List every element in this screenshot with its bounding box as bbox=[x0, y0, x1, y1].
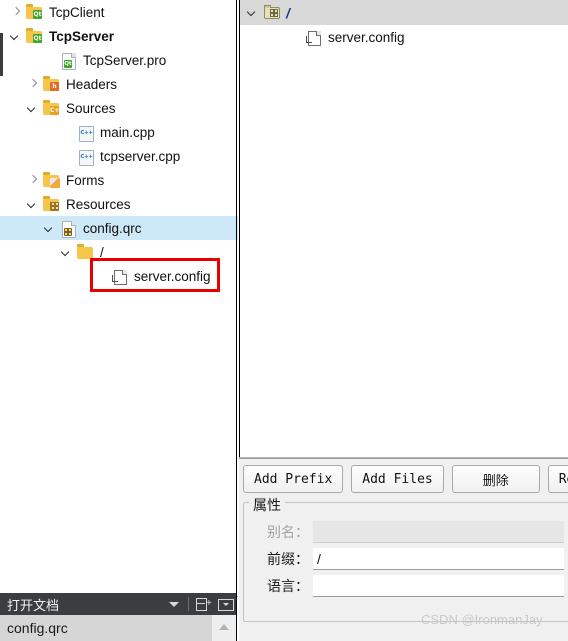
tree-item-prefix-slash[interactable]: / bbox=[0, 240, 238, 264]
add-files-button[interactable]: Add Files bbox=[351, 465, 444, 493]
folder-headers-icon: h bbox=[43, 76, 60, 92]
resource-button-row: Add Prefix Add Files 删除 Remo bbox=[239, 465, 568, 493]
remove-button[interactable]: Remo bbox=[547, 465, 568, 493]
tree-item-label: TcpServer.pro bbox=[83, 52, 167, 68]
project-explorer-pane: Qt TcpClient Qt TcpServer Qt TcpServer.pro h He… bbox=[0, 0, 238, 598]
language-label: 语言： bbox=[267, 578, 309, 594]
chevron-down-icon[interactable] bbox=[61, 247, 72, 258]
tree-item-config-qrc[interactable]: config.qrc bbox=[0, 216, 238, 240]
resource-tree-item-label: / bbox=[286, 4, 290, 21]
tree-item-server-config[interactable]: server.config bbox=[0, 264, 238, 288]
chevron-down-icon[interactable] bbox=[27, 103, 38, 114]
tree-item-tcpserver-cpp[interactable]: tcpserver.cpp bbox=[0, 144, 238, 168]
open-documents-scrollbar-up[interactable] bbox=[212, 615, 236, 641]
split-add-icon[interactable]: + bbox=[192, 593, 214, 615]
resource-tree-item-label: server.config bbox=[328, 30, 405, 45]
tree-item-label: TcpServer bbox=[49, 28, 115, 44]
properties-group-legend: 属性 bbox=[249, 495, 285, 515]
folder-plain-icon bbox=[77, 244, 94, 260]
field-row-alias: 别名： bbox=[239, 520, 568, 544]
dropdown-box-icon[interactable] bbox=[214, 593, 236, 615]
tree-item-label: tcpserver.cpp bbox=[100, 148, 181, 164]
tree-item-tcpclient[interactable]: Qt TcpClient bbox=[0, 0, 238, 24]
form-pane-top-divider bbox=[239, 458, 568, 459]
file-qt-icon: Qt bbox=[60, 52, 77, 70]
open-document-item-config-qrc[interactable]: config.qrc bbox=[0, 615, 212, 641]
language-input[interactable] bbox=[313, 575, 564, 597]
add-prefix-button[interactable]: Add Prefix bbox=[243, 465, 344, 493]
folder-qt-icon: Qt bbox=[26, 4, 43, 20]
tree-item-label: server.config bbox=[134, 268, 211, 284]
field-row-language: 语言： bbox=[239, 574, 568, 598]
delete-button[interactable]: 删除 bbox=[451, 465, 540, 493]
open-documents-header: 打开文档 + bbox=[0, 593, 236, 615]
tree-item-forms[interactable]: Forms bbox=[0, 168, 238, 192]
tree-item-label: Sources bbox=[66, 100, 116, 116]
tree-item-sources[interactable]: C+ Sources bbox=[0, 96, 238, 120]
file-qrc-icon bbox=[60, 220, 77, 238]
chevron-down-icon[interactable] bbox=[10, 31, 21, 42]
open-documents-title: 打开文档 bbox=[7, 597, 60, 613]
qt-creator-window: Qt TcpClient Qt TcpServer Qt TcpServer.pro h He… bbox=[0, 0, 568, 641]
tree-item-resources[interactable]: Resources bbox=[0, 192, 238, 216]
tree-item-label: / bbox=[100, 244, 104, 260]
folder-qt-icon: Qt bbox=[26, 28, 43, 44]
tree-item-main-cpp[interactable]: main.cpp bbox=[0, 120, 238, 144]
tree-item-headers[interactable]: h Headers bbox=[0, 72, 238, 96]
prefix-label: 前缀： bbox=[267, 551, 309, 567]
folder-sources-icon: C+ bbox=[43, 100, 60, 116]
chevron-down-icon[interactable] bbox=[163, 593, 185, 615]
tree-item-label: config.qrc bbox=[83, 220, 142, 236]
chevron-right-icon[interactable] bbox=[27, 79, 38, 90]
chevron-right-icon[interactable] bbox=[10, 7, 21, 18]
folder-forms-icon bbox=[43, 172, 60, 188]
resource-tree-item-res-root[interactable]: / bbox=[239, 0, 568, 25]
tree-item-tcpserver[interactable]: Qt TcpServer bbox=[0, 24, 238, 48]
field-row-prefix: 前缀： bbox=[239, 547, 568, 571]
file-cpp-icon bbox=[77, 149, 94, 166]
chevron-down-icon[interactable] bbox=[27, 199, 38, 210]
tree-item-label: TcpClient bbox=[49, 4, 105, 20]
tree-item-label: Forms bbox=[66, 172, 105, 188]
file-resource-icon bbox=[111, 269, 128, 285]
left-pane-divider bbox=[236, 0, 237, 598]
alias-input[interactable] bbox=[313, 521, 564, 543]
prefix-input[interactable] bbox=[313, 548, 564, 570]
watermark-text: CSDN @IronmanJay bbox=[421, 612, 543, 627]
tree-item-label: Headers bbox=[66, 76, 118, 92]
right-pane-left-divider bbox=[239, 0, 240, 458]
file-cpp-icon bbox=[77, 125, 94, 142]
toolbar-separator bbox=[188, 597, 189, 611]
chevron-right-icon[interactable] bbox=[27, 175, 38, 186]
tree-item-label: main.cpp bbox=[100, 124, 155, 140]
alias-label: 别名： bbox=[267, 524, 309, 540]
folder-resource-icon bbox=[263, 5, 280, 20]
open-documents-list: config.qrc bbox=[0, 615, 236, 641]
folder-resources-icon bbox=[43, 196, 60, 212]
chevron-down-icon[interactable] bbox=[247, 7, 258, 18]
resource-editor-pane: / server.config bbox=[239, 0, 568, 458]
resource-tree-item-res-file[interactable]: server.config bbox=[239, 25, 568, 50]
open-documents-right-divider bbox=[236, 593, 237, 641]
tree-item-label: Resources bbox=[66, 196, 131, 212]
file-resource-icon bbox=[305, 30, 322, 46]
chevron-down-icon[interactable] bbox=[44, 223, 55, 234]
tree-item-tcpserver-pro[interactable]: Qt TcpServer.pro bbox=[0, 48, 238, 72]
